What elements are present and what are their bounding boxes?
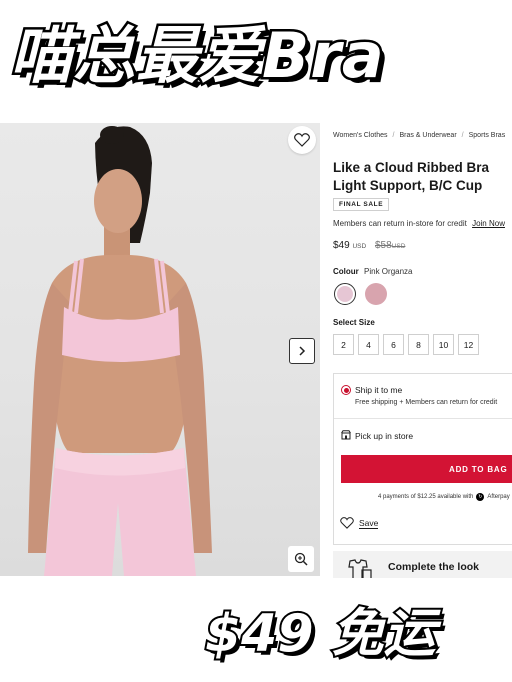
size-option[interactable]: 2: [333, 334, 354, 355]
size-option[interactable]: 12: [458, 334, 479, 355]
zoom-in-icon: [294, 552, 308, 566]
price: $49 USD $58USD: [333, 240, 405, 251]
size-label: Select Size: [333, 318, 375, 327]
chevron-right-icon: [299, 346, 306, 356]
installments-text: 4 payments of $12.25 available with: [378, 494, 474, 500]
size-option[interactable]: 4: [358, 334, 379, 355]
installments-note: 4 payments of $12.25 available with ↻ Af…: [378, 493, 510, 501]
pickup-title[interactable]: Pick up in store: [355, 431, 413, 441]
current-price: $49: [333, 240, 350, 251]
promo-banner: $49 免运: [203, 602, 438, 666]
divider: [334, 418, 512, 419]
swatch-fill: [337, 286, 353, 302]
save-label: Save: [359, 517, 379, 529]
size-option[interactable]: 8: [408, 334, 429, 355]
ship-subtitle: Free shipping + Members can return for c…: [355, 399, 498, 406]
radio-dot: [343, 387, 349, 393]
breadcrumb-separator: /: [461, 132, 464, 139]
size-option[interactable]: 10: [433, 334, 454, 355]
current-price-currency: USD: [352, 243, 367, 250]
heart-outline-icon: [340, 517, 354, 529]
outfit-icon: [348, 559, 372, 578]
colour-swatch-selected[interactable]: [334, 283, 356, 305]
fulfillment-card: Ship it to me Free shipping + Members ca…: [333, 373, 512, 545]
colour-value: Pink Organza: [364, 267, 413, 276]
original-price: $58: [374, 240, 392, 251]
store-icon: [341, 430, 351, 440]
product-title: Like a Cloud Ribbed Bra Light Support, B…: [333, 160, 490, 193]
banner-title: 喵总最爱Bra: [8, 17, 387, 95]
breadcrumb: Women's Clothes / Bras & Underwear / Spo…: [333, 132, 505, 139]
product-panel: Women's Clothes / Bras & Underwear / Spo…: [333, 123, 512, 578]
size-selector: 2 4 6 8 10 12: [333, 334, 479, 355]
next-image-button[interactable]: [289, 338, 315, 364]
final-sale-badge: FINAL SALE: [333, 198, 390, 211]
breadcrumb-separator: /: [392, 132, 395, 139]
colour-swatch[interactable]: [365, 283, 387, 305]
add-to-bag-button[interactable]: ADD TO BAG: [341, 455, 512, 483]
colour-label: Colour: [333, 267, 359, 276]
members-note: Members can return in-store for credit J…: [333, 219, 505, 228]
size-option[interactable]: 6: [383, 334, 404, 355]
zoom-button[interactable]: [288, 546, 314, 572]
afterpay-icon: ↻: [476, 493, 485, 501]
afterpay-brand[interactable]: Afterpay: [487, 494, 509, 500]
heart-outline-icon: [294, 133, 310, 147]
save-button[interactable]: Save: [340, 517, 379, 529]
ship-radio[interactable]: [341, 385, 351, 395]
colour-row: Colour Pink Organza: [333, 267, 412, 276]
favorite-button[interactable]: [288, 126, 316, 154]
breadcrumb-link[interactable]: Bras & Underwear: [399, 132, 456, 139]
model-illustration: [28, 126, 212, 576]
complete-the-look-card[interactable]: Complete the look: [333, 551, 512, 578]
ship-title[interactable]: Ship it to me: [355, 385, 402, 395]
original-price-currency: USD: [391, 243, 406, 250]
join-now-link[interactable]: Join Now: [472, 219, 505, 228]
breadcrumb-link[interactable]: Women's Clothes: [333, 132, 388, 139]
complete-the-look-title: Complete the look: [388, 561, 480, 573]
breadcrumb-link[interactable]: Sports Bras: [469, 132, 506, 139]
members-note-text: Members can return in-store for credit: [333, 219, 467, 228]
product-image[interactable]: [0, 123, 320, 576]
